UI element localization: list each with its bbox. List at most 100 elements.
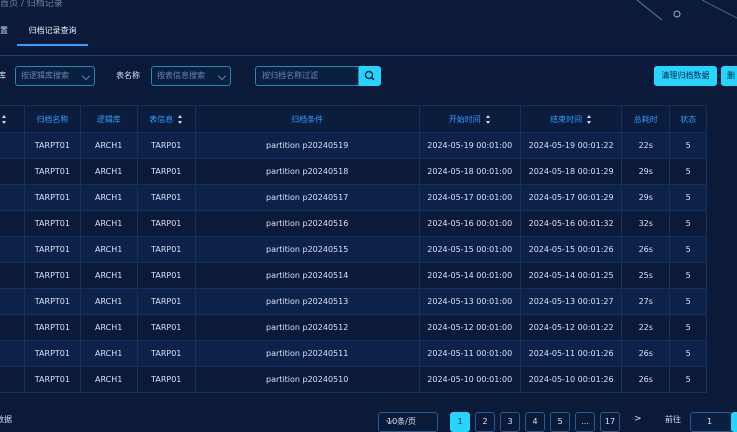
status-cell: 5: [669, 210, 707, 237]
column-header-archive-name: 归档名称: [24, 105, 81, 133]
page-button-1[interactable]: 1: [450, 412, 470, 432]
id-cell: 7: [0, 288, 26, 315]
clean-archive-button[interactable]: 清理归档数据: [654, 66, 717, 86]
table-row[interactable]: 2TARPT01ARCH1TARP01partition p2024051820…: [0, 158, 707, 185]
page-button-5[interactable]: 5: [550, 412, 570, 432]
start-time-cell: 2024-05-12 00:01:00: [418, 314, 521, 341]
page-button-last[interactable]: 17: [600, 412, 620, 432]
end-time-cell: 2024-05-12 00:01:22: [519, 314, 623, 341]
logical-db-label: 库: [0, 71, 6, 80]
id-cell: 3: [0, 184, 26, 211]
condition-cell: partition p20240514: [194, 262, 420, 289]
start-time-cell: 2024-05-19 00:01:00: [418, 132, 521, 159]
logical-db-cell: ARCH1: [79, 184, 138, 211]
column-header-id[interactable]: ID: [0, 105, 26, 133]
table-header-row: ID 归档名称 逻辑库 表信息 归档条件 开始时间 结束时间 总耗时 状态: [0, 105, 707, 133]
end-time-cell: 2024-05-13 00:01:27: [519, 288, 623, 315]
end-time-cell: 2024-05-16 00:01:32: [519, 210, 623, 237]
condition-cell: partition p20240515: [194, 236, 420, 263]
logical-db-cell: ARCH1: [79, 236, 138, 263]
goto-button[interactable]: [731, 412, 737, 432]
status-cell: 5: [669, 340, 707, 367]
table-info-cell: TARP01: [136, 262, 196, 289]
page-ellipsis[interactable]: ...: [575, 412, 595, 432]
sort-icon[interactable]: [485, 114, 491, 124]
condition-cell: partition p20240512: [194, 314, 420, 341]
table-row[interactable]: 7TARPT01ARCH1TARP01partition p2024051320…: [0, 288, 707, 315]
page-size-select[interactable]: 10条/页: [378, 412, 438, 432]
duration-cell: 25s: [621, 262, 671, 289]
search-icon: [364, 70, 375, 81]
search-button[interactable]: [359, 66, 381, 86]
archive-name-cell: TARPT01: [24, 366, 81, 393]
table-info-cell: TARP01: [136, 340, 196, 367]
page-button-2[interactable]: 2: [475, 412, 495, 432]
duration-cell: 22s: [621, 132, 671, 159]
table-info-cell: TARP01: [136, 132, 196, 159]
divider: [0, 55, 737, 56]
table-row[interactable]: 9TARPT01ARCH1TARP01partition p2024051120…: [0, 340, 707, 367]
archive-name-cell: TARPT01: [24, 236, 81, 263]
tab-archive-query[interactable]: 归档记录查询: [17, 18, 88, 46]
logical-db-cell: ARCH1: [79, 158, 138, 185]
table-info-cell: TARP01: [136, 366, 196, 393]
start-time-cell: 2024-05-18 00:01:00: [418, 158, 521, 185]
archive-name-cell: TARPT01: [24, 132, 81, 159]
end-time-cell: 2024-05-11 00:01:26: [519, 340, 623, 367]
total-count-text: 数据: [0, 415, 12, 424]
id-cell: 0: [0, 366, 26, 393]
table-row[interactable]: 6TARPT01ARCH1TARP01partition p2024051420…: [0, 262, 707, 289]
condition-cell: partition p20240517: [194, 184, 420, 211]
tab-bar: 置 归档记录查询: [0, 18, 737, 46]
start-time-cell: 2024-05-14 00:01:00: [418, 262, 521, 289]
status-cell: 5: [669, 366, 707, 393]
end-time-cell: 2024-05-17 00:01:29: [519, 184, 623, 211]
table-row[interactable]: 0TARPT01ARCH1TARP01partition p2024051020…: [0, 366, 707, 393]
chevron-down-icon: [217, 71, 227, 81]
end-time-cell: 2024-05-19 00:01:22: [519, 132, 623, 159]
goto-page-input[interactable]: 1: [690, 412, 732, 432]
table-row[interactable]: 4TARPT01ARCH1TARP01partition p2024051620…: [0, 210, 707, 237]
duration-cell: 32s: [621, 210, 671, 237]
archive-name-cell: TARPT01: [24, 210, 81, 237]
table-info-cell: TARP01: [136, 288, 196, 315]
start-time-cell: 2024-05-10 00:01:00: [418, 366, 521, 393]
end-time-cell: 2024-05-18 00:01:29: [519, 158, 623, 185]
archive-name-cell: TARPT01: [24, 158, 81, 185]
table-name-select[interactable]: 按表信息搜索: [151, 66, 231, 86]
sort-icon[interactable]: [178, 114, 183, 124]
page-button-3[interactable]: 3: [500, 412, 520, 432]
column-header-table-info[interactable]: 表信息: [136, 105, 196, 133]
archive-name-cell: TARPT01: [24, 184, 81, 211]
table-row[interactable]: 1TARPT01ARCH1TARP01partition p2024051920…: [0, 132, 707, 159]
duration-cell: 26s: [621, 236, 671, 263]
status-cell: 5: [669, 158, 707, 185]
column-header-start-time[interactable]: 开始时间: [418, 105, 521, 133]
table-row[interactable]: 3TARPT01ARCH1TARP01partition p2024051720…: [0, 184, 707, 211]
duration-cell: 26s: [621, 340, 671, 367]
archive-name-search-input[interactable]: 按归档名称过滤: [255, 66, 359, 86]
column-header-duration: 总耗时: [621, 105, 671, 133]
duration-cell: 22s: [621, 314, 671, 341]
id-cell: 9: [0, 340, 26, 367]
table-row[interactable]: 5TARPT01ARCH1TARP01partition p2024051520…: [0, 236, 707, 263]
next-page-button[interactable]: >: [634, 414, 642, 424]
page-button-4[interactable]: 4: [525, 412, 545, 432]
sort-icon[interactable]: [1, 114, 7, 124]
column-header-end-time[interactable]: 结束时间: [519, 105, 623, 133]
logical-db-cell: ARCH1: [79, 132, 138, 159]
logical-db-select[interactable]: 按逻辑库搜索: [15, 66, 95, 86]
start-time-cell: 2024-05-11 00:01:00: [418, 340, 521, 367]
condition-cell: partition p20240511: [194, 340, 420, 367]
id-cell: 8: [0, 314, 26, 341]
id-cell: 6: [0, 262, 26, 289]
table-row[interactable]: 8TARPT01ARCH1TARP01partition p2024051220…: [0, 314, 707, 341]
column-header-logical-db: 逻辑库: [79, 105, 138, 133]
delete-button[interactable]: 删: [721, 66, 737, 86]
logical-db-cell: ARCH1: [79, 262, 138, 289]
duration-cell: 29s: [621, 184, 671, 211]
tab-config[interactable]: 置: [0, 18, 10, 44]
id-cell: 5: [0, 236, 26, 263]
sort-icon[interactable]: [587, 114, 592, 124]
condition-cell: partition p20240518: [194, 158, 420, 185]
